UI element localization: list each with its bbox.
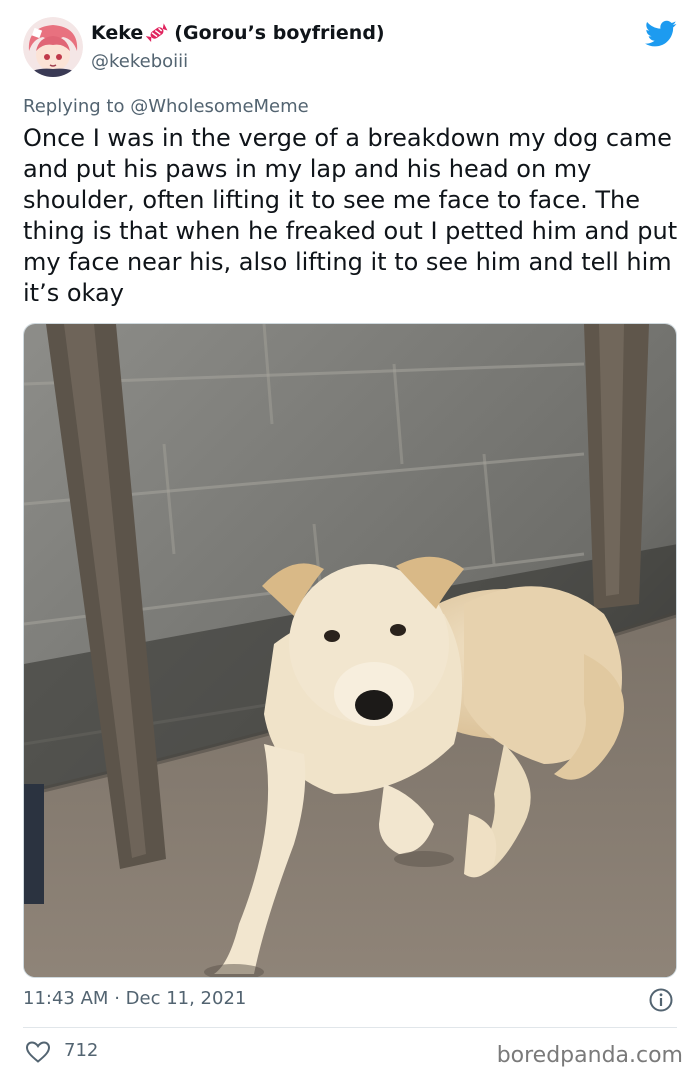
divider: [23, 1027, 677, 1028]
like-count: 712: [64, 1040, 99, 1061]
reply-target-link[interactable]: @WholesomeMeme: [130, 96, 309, 117]
heart-icon[interactable]: [25, 1040, 51, 1064]
author-handle[interactable]: @kekeboiii: [91, 51, 188, 72]
dog-photo[interactable]: [23, 323, 677, 978]
tweet-date: Dec 11, 2021: [125, 988, 247, 1009]
reply-context: Replying to @WholesomeMeme: [23, 96, 309, 117]
display-name-suffix: (Gorou’s boyfriend): [174, 22, 385, 44]
display-name[interactable]: Keke: [91, 22, 143, 44]
reply-prefix: Replying to: [23, 96, 125, 117]
boredpanda-watermark: boredpanda.com: [496, 1043, 683, 1068]
author-name-row[interactable]: Keke (Gorou’s boyfriend): [91, 22, 385, 44]
tweet-text: Once I was in the verge of a breakdown m…: [23, 124, 678, 307]
candy-icon: [145, 22, 168, 44]
tweet-time: 11:43 AM: [23, 988, 109, 1009]
timestamp-separator: ·: [114, 988, 120, 1009]
tweet-timestamp[interactable]: 11:43 AM · Dec 11, 2021: [23, 988, 246, 1009]
avatar[interactable]: [23, 17, 83, 77]
info-icon[interactable]: [648, 987, 674, 1013]
tweet-card: Keke (Gorou’s boyfriend) @kekeboiii Repl…: [0, 0, 700, 1080]
twitter-bird-icon[interactable]: [645, 20, 677, 48]
